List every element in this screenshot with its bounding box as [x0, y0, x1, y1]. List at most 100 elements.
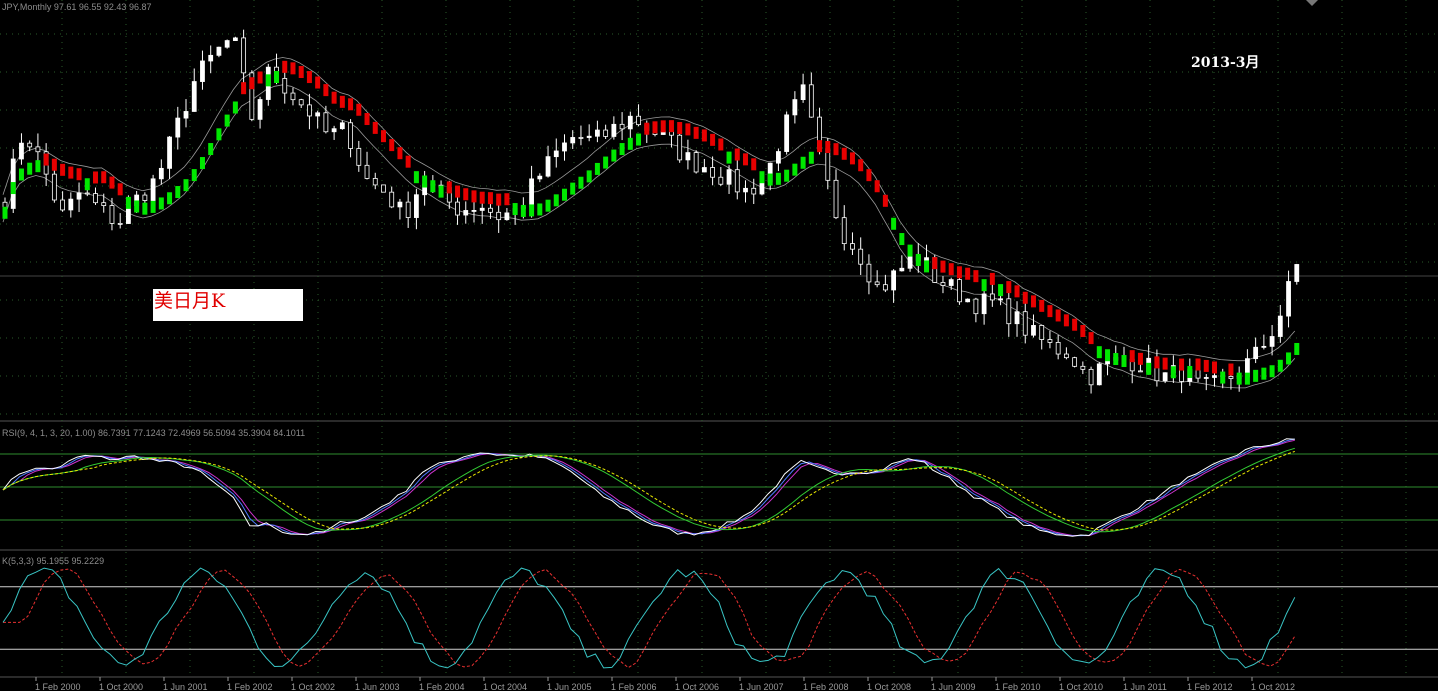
trend-marker — [496, 193, 502, 206]
trend-marker — [10, 182, 16, 195]
trend-marker — [833, 143, 839, 156]
trend-marker — [1203, 359, 1209, 372]
candle-body — [882, 284, 888, 291]
candle-body — [109, 205, 115, 224]
trend-marker — [455, 185, 461, 198]
chevron-down-icon[interactable] — [1306, 0, 1318, 6]
trend-marker — [767, 173, 773, 186]
rsi-indicator-label: RSI(9, 4, 1, 3, 20, 1.00) 86.7391 77.124… — [2, 428, 306, 438]
trend-marker — [882, 194, 888, 207]
candle-body — [562, 142, 567, 152]
trend-marker — [199, 157, 205, 170]
candle-body — [488, 207, 493, 213]
trend-marker — [241, 82, 247, 95]
candle-body — [1096, 363, 1102, 386]
chart-window: 1 Feb 2000 1 Oct 2000 1 Jun 2001 1 Feb 2002… — [0, 0, 1438, 691]
trend-marker — [35, 160, 41, 173]
candle-body — [701, 167, 707, 173]
candle-body — [998, 298, 1003, 301]
trend-marker — [1072, 318, 1078, 331]
x-tick-label: 1 Jun 2001 — [163, 682, 208, 691]
trend-marker — [1063, 314, 1069, 327]
x-tick-label: 1 Jun 2011 — [1123, 682, 1167, 691]
trend-marker — [422, 175, 428, 188]
candle-body — [866, 263, 872, 283]
trend-marker — [998, 284, 1004, 297]
candle-body — [537, 175, 543, 180]
x-tick-label: 1 Feb 2006 — [611, 682, 657, 691]
trend-marker — [27, 162, 33, 175]
trend-marker — [619, 143, 625, 156]
trend-marker — [1039, 299, 1045, 312]
trend-marker — [183, 179, 189, 192]
chart-canvas[interactable]: 1 Feb 2000 1 Oct 2000 1 Jun 2001 1 Feb 2002… — [0, 0, 1438, 691]
trend-marker — [1228, 363, 1234, 376]
candle-body — [710, 167, 715, 178]
candle-body — [142, 194, 148, 201]
candle-body — [891, 270, 897, 291]
trend-marker — [109, 176, 115, 189]
trend-marker — [430, 180, 436, 193]
trend-marker — [1129, 350, 1135, 363]
trend-marker — [1137, 352, 1143, 365]
trend-marker — [323, 84, 329, 97]
trend-marker — [249, 77, 255, 90]
candle-body — [167, 136, 172, 169]
trend-marker — [290, 62, 296, 75]
candle-body — [1269, 336, 1275, 347]
candle-body — [693, 152, 699, 173]
trend-marker — [578, 176, 584, 189]
trend-marker — [348, 98, 354, 111]
x-tick-label: 1 Oct 2002 — [291, 682, 335, 691]
trend-marker — [175, 186, 181, 199]
trend-marker — [1269, 365, 1275, 378]
candle-body — [1228, 376, 1234, 379]
trend-marker — [1277, 359, 1283, 372]
candle-body — [496, 211, 502, 221]
candle-body — [413, 194, 419, 218]
candle-body — [726, 169, 732, 185]
trend-marker — [545, 199, 551, 212]
candle-body — [504, 212, 510, 221]
trend-marker — [380, 130, 386, 143]
trend-marker — [471, 190, 477, 203]
candle-body — [1031, 325, 1036, 336]
candle-body — [833, 179, 839, 219]
candle-body — [989, 293, 995, 301]
trend-marker — [734, 148, 740, 161]
trend-marker — [1294, 342, 1300, 355]
candle-body — [734, 169, 740, 193]
trend-marker — [759, 171, 765, 184]
candle-body — [529, 178, 534, 208]
trend-marker — [586, 170, 592, 183]
trend-marker — [520, 204, 526, 217]
rsi-line-green — [2, 447, 1295, 533]
candle-body — [175, 117, 181, 138]
candle-body — [751, 187, 757, 195]
trend-marker — [603, 156, 609, 169]
trend-marker — [1014, 285, 1020, 298]
candle-body — [1203, 377, 1209, 379]
candle-body — [191, 81, 197, 112]
trend-marker — [224, 114, 230, 127]
trend-marker — [989, 272, 995, 285]
trend-marker — [973, 270, 979, 283]
trend-marker — [710, 133, 716, 146]
candle-body — [1014, 311, 1020, 325]
trend-marker — [1236, 372, 1242, 385]
candle-body — [19, 142, 24, 160]
trend-marker — [1088, 332, 1094, 345]
candle-body — [841, 217, 847, 245]
x-tick-label: 1 Feb 2008 — [803, 682, 849, 691]
candle-body — [907, 255, 913, 269]
trend-marker — [397, 147, 403, 160]
candle-body — [372, 178, 378, 186]
x-tick-label: 1 Jun 2009 — [931, 682, 976, 691]
trend-marker — [68, 166, 74, 179]
x-tick-label: 1 Feb 2004 — [419, 682, 465, 691]
trend-marker — [125, 196, 131, 209]
candle-body — [595, 129, 600, 137]
symbol-label: JPY,Monthly — [2, 2, 52, 12]
trend-marker — [866, 169, 872, 182]
candle-body — [471, 210, 477, 212]
